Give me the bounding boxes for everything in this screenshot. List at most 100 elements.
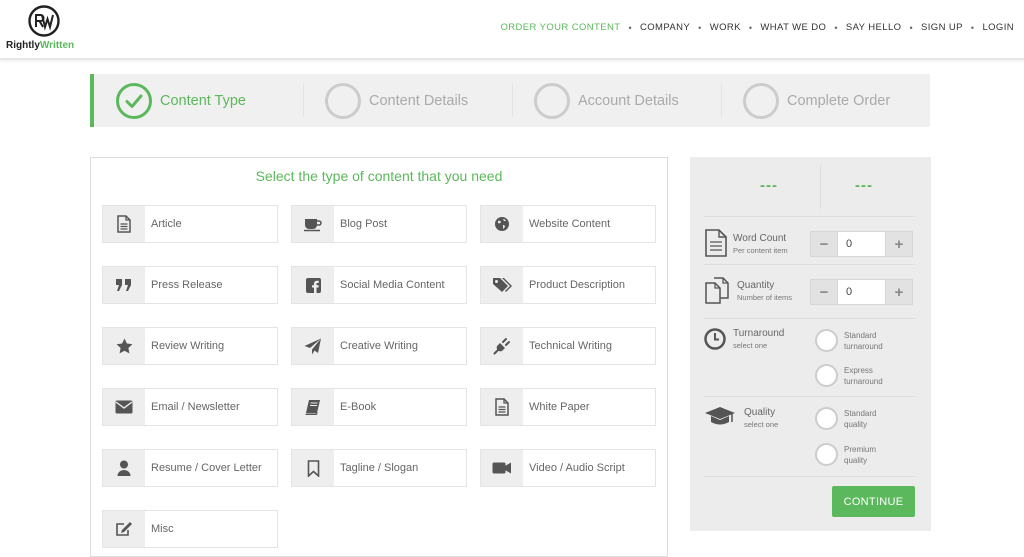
- summary-right-value: ---: [855, 177, 873, 194]
- tile-label: Social Media Content: [340, 279, 445, 291]
- tile-e-book[interactable]: E-Book: [291, 388, 467, 426]
- radio-circle: [815, 407, 838, 430]
- tile-website-content[interactable]: Website Content: [480, 205, 656, 243]
- radio-label: Express: [844, 365, 873, 375]
- quantity-minus-button[interactable]: −: [810, 279, 838, 305]
- tile-resume-cover-letter[interactable]: Resume / Cover Letter: [102, 449, 278, 487]
- turnaround-label: Turnaround: [733, 328, 785, 339]
- nav-sign-up[interactable]: SIGN UP: [921, 22, 963, 33]
- quantity-row: Quantity Number of items − 0 +: [704, 265, 915, 319]
- word-count-sublabel: Per content item: [733, 246, 788, 255]
- main-nav: ORDER YOUR CONTENT • COMPANY • WORK • WH…: [500, 22, 1014, 33]
- nav-work[interactable]: WORK: [710, 22, 741, 33]
- continue-button[interactable]: CONTINUE: [832, 486, 915, 517]
- nav-say-hello[interactable]: SAY HELLO: [846, 22, 902, 33]
- word-count-row: Word Count Per content item − 0 +: [704, 217, 915, 265]
- star-icon: [103, 328, 145, 364]
- video-camera-icon: [481, 450, 523, 486]
- edit-icon: [103, 511, 145, 547]
- tile-blog-post[interactable]: Blog Post: [291, 205, 467, 243]
- tile-label: Blog Post: [340, 218, 388, 230]
- tile-product-description[interactable]: Product Description: [480, 266, 656, 304]
- panel-title: Select the type of content that you need: [255, 168, 503, 184]
- tags-icon: [481, 267, 523, 303]
- content-type-panel: Select the type of content that you need…: [90, 157, 668, 557]
- nav-separator: •: [698, 22, 702, 33]
- nav-what-we-do[interactable]: WHAT WE DO: [760, 22, 826, 33]
- tile-label: Resume / Cover Letter: [151, 462, 262, 474]
- tile-social-media-content[interactable]: Social Media Content: [291, 266, 467, 304]
- step-complete-order[interactable]: Complete Order: [721, 74, 930, 127]
- coffee-cup-icon: [292, 206, 334, 242]
- nav-company[interactable]: COMPANY: [640, 22, 690, 33]
- tile-white-paper[interactable]: White Paper: [480, 388, 656, 426]
- book-icon: [292, 389, 334, 425]
- summary-totals: --- ---: [704, 157, 915, 217]
- tile-label: Product Description: [529, 279, 625, 291]
- tile-email-newsletter[interactable]: Email / Newsletter: [102, 388, 278, 426]
- paper-plane-icon: [292, 328, 334, 364]
- quantity-stepper: − 0 +: [810, 279, 913, 305]
- globe-icon: [481, 206, 523, 242]
- tile-press-release[interactable]: Press Release: [102, 266, 278, 304]
- quality-standard-radio[interactable]: Standard quality: [815, 407, 876, 430]
- quantity-input[interactable]: 0: [838, 279, 885, 305]
- envelope-icon: [103, 389, 145, 425]
- order-summary-panel: --- --- Word Count Per content item − 0 …: [690, 157, 931, 531]
- step-content-details[interactable]: Content Details: [303, 74, 512, 127]
- step-circle-icon: [743, 82, 779, 119]
- nav-separator: •: [628, 22, 632, 33]
- quality-row: Quality select one Standard quality Premi…: [704, 397, 915, 477]
- copy-documents-icon: [705, 277, 729, 304]
- quality-label: Quality: [744, 407, 776, 418]
- graduation-cap-icon: [705, 407, 735, 425]
- tile-label: Creative Writing: [340, 340, 419, 352]
- tile-label: Article: [151, 218, 182, 230]
- radio-circle: [815, 364, 838, 387]
- user-icon: [103, 450, 145, 486]
- step-circle-icon: [534, 82, 570, 119]
- logo-text-rightly: Rightly: [6, 40, 40, 51]
- step-check-icon: [116, 82, 152, 119]
- step-content-type[interactable]: Content Type: [94, 74, 303, 127]
- facebook-icon: [292, 267, 334, 303]
- rw-logo-icon: [28, 5, 60, 37]
- nav-order-your-content[interactable]: ORDER YOUR CONTENT: [500, 22, 620, 33]
- document-icon: [103, 206, 145, 242]
- clock-icon: [704, 328, 726, 350]
- step-label: Content Details: [369, 92, 469, 109]
- quality-premium-radio[interactable]: Premium quality: [815, 443, 876, 466]
- nav-login[interactable]: LOGIN: [982, 22, 1014, 33]
- radio-circle: [815, 443, 838, 466]
- tile-technical-writing[interactable]: Technical Writing: [480, 327, 656, 365]
- tile-creative-writing[interactable]: Creative Writing: [291, 327, 467, 365]
- divider: [820, 165, 821, 209]
- nav-separator: •: [970, 22, 975, 33]
- summary-left-value: ---: [760, 177, 778, 194]
- tile-label: Technical Writing: [529, 340, 612, 352]
- turnaround-express-radio[interactable]: Express turnaround: [815, 364, 883, 387]
- step-circle-icon: [325, 82, 361, 119]
- tile-label: Misc: [151, 523, 174, 535]
- document-icon: [481, 389, 523, 425]
- tile-review-writing[interactable]: Review Writing: [102, 327, 278, 365]
- step-account-details[interactable]: Account Details: [512, 74, 721, 127]
- tile-tagline-slogan[interactable]: Tagline / Slogan: [291, 449, 467, 487]
- word-count-plus-button[interactable]: +: [885, 231, 913, 257]
- word-count-minus-button[interactable]: −: [810, 231, 838, 257]
- turnaround-standard-radio[interactable]: Standard turnaround: [815, 329, 883, 352]
- word-count-input[interactable]: 0: [838, 231, 885, 257]
- bookmark-icon: [292, 450, 334, 486]
- tile-label: Press Release: [151, 279, 223, 291]
- nav-separator: •: [748, 22, 753, 33]
- nav-separator: •: [834, 22, 838, 33]
- quantity-plus-button[interactable]: +: [885, 279, 913, 305]
- tile-article[interactable]: Article: [102, 205, 278, 243]
- quantity-sublabel: Number of items: [737, 293, 793, 302]
- tile-video-audio-script[interactable]: Video / Audio Script: [480, 449, 656, 487]
- radio-label: quality: [844, 455, 868, 465]
- logo[interactable]: RightlyWritten: [6, 5, 82, 55]
- tile-misc[interactable]: Misc: [102, 510, 278, 548]
- tile-label: Review Writing: [151, 340, 225, 352]
- document-icon: [705, 229, 727, 257]
